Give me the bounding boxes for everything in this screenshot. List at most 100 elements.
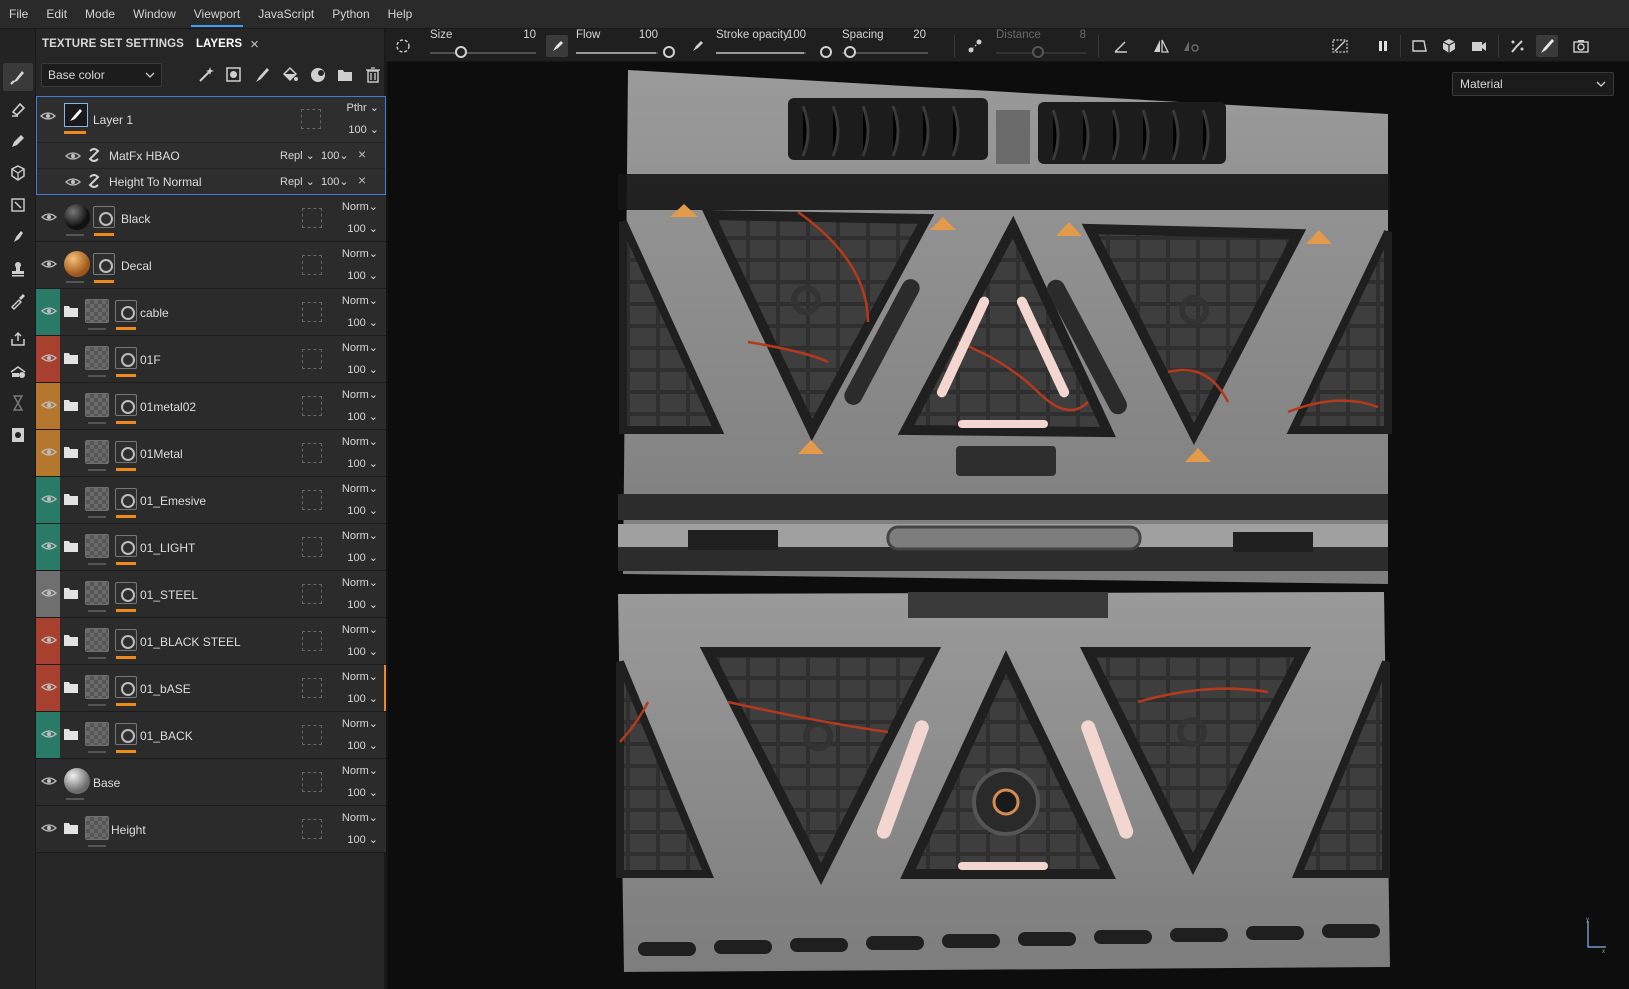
opacity-value[interactable]: 100 ⌄ (347, 692, 378, 705)
bake-tool[interactable] (3, 357, 33, 385)
spacing-handle[interactable] (844, 46, 856, 58)
layer-item[interactable]: 01_bASE Norm⌄ 100 ⌄ (36, 665, 386, 712)
mask-thumbnail[interactable] (115, 535, 137, 557)
opacity-value[interactable]: 100 ⌄ (347, 363, 378, 376)
eraser-tool[interactable] (3, 95, 33, 123)
layer-item[interactable]: Black Norm⌄ 100 ⌄ (36, 195, 386, 242)
opacity-value[interactable]: 100 ⌄ (347, 551, 378, 564)
layer-name[interactable]: Layer 1 (93, 113, 133, 127)
eye-icon[interactable] (41, 491, 57, 507)
blend-mode[interactable]: Norm⌄ (342, 200, 378, 213)
eye-icon[interactable] (41, 726, 57, 742)
eye-icon[interactable] (65, 149, 81, 163)
add-folder-button[interactable] (334, 64, 356, 86)
stroke-pressure-button[interactable] (686, 35, 708, 57)
blend-mode[interactable]: Norm⌄ (342, 388, 378, 401)
paint-brush-tool[interactable] (3, 63, 33, 91)
pause-render-button[interactable] (1372, 35, 1394, 57)
timer-tool[interactable] (3, 389, 33, 417)
polygon-fill-tool[interactable] (3, 191, 33, 219)
opacity-value[interactable]: 100 ⌄ (347, 786, 378, 799)
layer-item[interactable]: cable Norm⌄ 100 ⌄ (36, 289, 386, 336)
effect-blend[interactable]: Repl ⌄ (280, 175, 315, 188)
tab-layers[interactable]: LAYERS (196, 38, 242, 50)
menu-viewport[interactable]: Viewport (185, 0, 249, 29)
camera-mode-button[interactable] (1468, 35, 1490, 57)
blend-mode[interactable]: Norm⌄ (342, 576, 378, 589)
distance-handle[interactable] (1032, 46, 1044, 58)
eye-icon[interactable] (41, 256, 57, 272)
close-icon[interactable]: × (250, 36, 259, 53)
blend-mode[interactable]: Norm⌄ (342, 623, 378, 636)
menu-python[interactable]: Python (323, 0, 378, 29)
layer-item[interactable]: 01Metal Norm⌄ 100 ⌄ (36, 430, 386, 477)
distance-value[interactable]: 8 (1046, 29, 1086, 41)
effect-row-height-to-normal[interactable]: Height To Normal Repl ⌄ 100⌄ × (37, 169, 385, 195)
remove-effect-icon[interactable]: × (358, 146, 366, 162)
log-tool[interactable] (3, 421, 33, 449)
layer-name[interactable]: 01_BLACK STEEL (140, 635, 241, 649)
spacing-value[interactable]: 20 (886, 29, 926, 41)
clone-tool[interactable] (3, 255, 33, 283)
flow-pressure-button[interactable] (546, 35, 568, 57)
eye-icon[interactable] (41, 773, 57, 789)
delete-layer-button[interactable] (362, 64, 384, 86)
eye-icon[interactable] (41, 397, 57, 413)
view-3d-button[interactable] (1438, 35, 1460, 57)
menu-javascript[interactable]: JavaScript (249, 0, 323, 29)
brush-alpha-button[interactable] (392, 35, 414, 57)
opacity-value[interactable]: 100 ⌄ (347, 598, 378, 611)
layer-item[interactable]: 01_BACK Norm⌄ 100 ⌄ (36, 712, 386, 759)
blend-mode[interactable]: Norm⌄ (342, 670, 378, 683)
tab-texture-set-settings[interactable]: TEXTURE SET SETTINGS (42, 38, 184, 50)
color-picker-tool[interactable] (3, 287, 33, 315)
symmetry-button[interactable] (1150, 35, 1172, 57)
layer-name[interactable]: 01_STEEL (140, 588, 198, 602)
screenshot-button[interactable] (1570, 35, 1592, 57)
layer-name[interactable]: Black (121, 212, 150, 226)
opacity-value[interactable]: 100 ⌄ (347, 410, 378, 423)
layer-item-layer-1[interactable]: Layer 1 Pthr ⌄ 100 ⌄ MatFx HBAO Repl ⌄ 1… (36, 96, 386, 195)
flow-value[interactable]: 100 (622, 29, 658, 41)
opacity-value[interactable]: 100 ⌄ (347, 316, 378, 329)
opacity-value[interactable]: 100 ⌄ (348, 123, 379, 136)
layer-name[interactable]: 01_Emesive (140, 494, 206, 508)
layer-item[interactable]: 01_LIGHT Norm⌄ 100 ⌄ (36, 524, 386, 571)
add-smart-material-button[interactable] (307, 64, 329, 86)
menu-mode[interactable]: Mode (76, 0, 124, 29)
eye-icon[interactable] (41, 585, 57, 601)
layer-name[interactable]: 01Metal (140, 447, 183, 461)
geometry-fill-tool[interactable] (3, 159, 33, 187)
eye-icon[interactable] (40, 108, 56, 124)
lazy-mouse-button[interactable] (964, 35, 986, 57)
eye-icon[interactable] (41, 444, 57, 460)
smudge-tool[interactable] (3, 223, 33, 251)
blend-mode[interactable]: Norm⌄ (342, 529, 378, 542)
blend-mode[interactable]: Norm⌄ (342, 764, 378, 777)
layer-name[interactable]: Height (111, 823, 146, 837)
eye-icon[interactable] (41, 209, 57, 225)
add-mask-button[interactable] (223, 64, 245, 86)
angle-button[interactable] (1110, 35, 1132, 57)
opacity-value[interactable]: 100 ⌄ (347, 222, 378, 235)
add-fill-layer-button[interactable] (279, 64, 301, 86)
stroke-opacity-handle[interactable] (820, 46, 832, 58)
layer-name[interactable]: 01_LIGHT (140, 541, 195, 555)
layer-name[interactable]: Decal (121, 259, 152, 273)
layer-item[interactable]: Decal Norm⌄ 100 ⌄ (36, 242, 386, 289)
blend-mode[interactable]: Norm⌄ (342, 294, 378, 307)
export-tool[interactable] (3, 325, 33, 353)
mask-thumbnail[interactable] (115, 347, 137, 369)
viewport-mode-select[interactable]: Material (1452, 72, 1614, 96)
opacity-value[interactable]: 100 ⌄ (347, 833, 378, 846)
menu-help[interactable]: Help (379, 0, 422, 29)
add-paint-layer-button[interactable] (251, 64, 273, 86)
layer-name[interactable]: 01F (140, 353, 161, 367)
mask-thumbnail[interactable] (93, 206, 115, 228)
layer-name[interactable]: 01_BACK (140, 729, 193, 743)
layer-item[interactable]: Height Norm⌄ 100 ⌄ (36, 806, 386, 853)
eye-icon[interactable] (65, 175, 81, 189)
mask-thumbnail[interactable] (115, 723, 137, 745)
menu-window[interactable]: Window (124, 0, 185, 29)
symmetry-settings-button[interactable] (1180, 35, 1202, 57)
